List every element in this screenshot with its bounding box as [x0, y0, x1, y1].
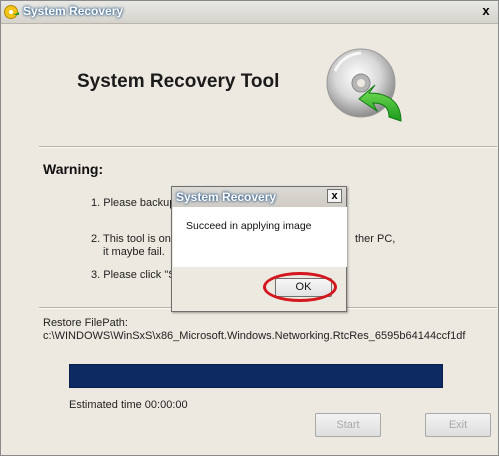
warning-line-1: 1. Please backup [91, 197, 176, 209]
exit-button[interactable]: Exit [425, 413, 491, 437]
window-close-button[interactable]: x [478, 3, 494, 19]
warning-line-2-tail: ther PC, [355, 233, 396, 245]
ok-highlight-circle [263, 272, 337, 302]
header-divider [39, 146, 497, 148]
title-bar[interactable]: System Recovery x [1, 1, 498, 24]
progress-bar [69, 364, 443, 388]
dialog-close-button[interactable]: x [327, 189, 342, 203]
start-button[interactable]: Start [315, 413, 381, 437]
window-title: System Recovery [23, 4, 124, 18]
restore-path-label: Restore FilePath: [43, 317, 128, 329]
page-title: System Recovery Tool [77, 71, 280, 92]
warning-line-2-cont: it maybe fail. [103, 246, 165, 258]
restore-path-value: c:\WINDOWS\WinSxS\x86_Microsoft.Windows.… [43, 330, 466, 342]
warning-label: Warning: [43, 161, 104, 177]
warning-line-3: 3. Please click "S [91, 269, 176, 281]
dialog-body: Succeed in applying image [173, 207, 347, 267]
dialog-message: Succeed in applying image [186, 220, 312, 232]
recovery-app-icon [4, 5, 19, 19]
dialog-title: System Recovery [176, 190, 277, 204]
warning-line-2: 2. This tool is onl [91, 233, 174, 245]
dialog-title-bar[interactable]: System Recovery x [172, 187, 346, 207]
estimated-time: Estimated time 00:00:00 [69, 399, 188, 411]
disc-restore-icon [326, 48, 402, 122]
